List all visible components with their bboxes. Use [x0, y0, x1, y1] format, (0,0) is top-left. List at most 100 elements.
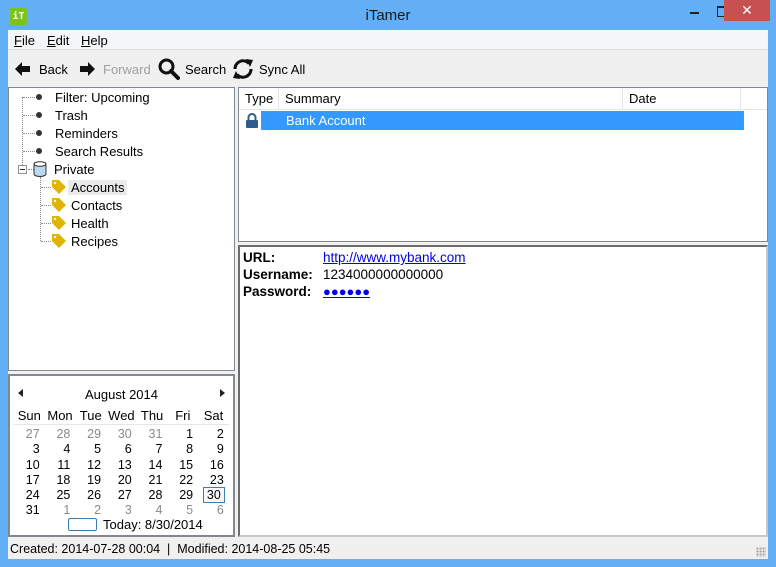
calendar-day-number: 9: [216, 442, 224, 457]
calendar-week-row: 3 4 5 6 7 8 9: [14, 442, 229, 457]
tree-item-reminders[interactable]: Reminders: [36, 124, 121, 142]
calendar-day-number: 28: [148, 488, 163, 503]
column-type[interactable]: Type: [239, 88, 279, 110]
tree-item-label: Reminders: [55, 125, 118, 141]
calendar-day-number: 15: [179, 457, 194, 472]
calendar-day-number: 27: [117, 488, 132, 503]
month-calendar[interactable]: August 2014 Sun Mon Tue Wed Thu Fri Sat 27 28 29 3…: [8, 374, 235, 537]
calendar-day-number: 19: [87, 472, 102, 487]
calendar-day[interactable]: 30: [106, 427, 137, 442]
close-icon: ✕: [741, 2, 753, 18]
calendar-day-number: 31: [25, 503, 40, 518]
tree-item-label: Recipes: [71, 233, 118, 249]
calendar-day[interactable]: 25: [45, 488, 76, 503]
calendar-today[interactable]: Today: 8/30/2014: [68, 516, 203, 532]
calendar-day[interactable]: 3: [14, 442, 45, 457]
tree-item-contacts[interactable]: Contacts: [51, 196, 125, 214]
calendar-day[interactable]: 31: [14, 503, 45, 518]
calendar-day[interactable]: 9: [198, 442, 229, 457]
calendar-day[interactable]: 12: [75, 458, 106, 473]
calendar-day[interactable]: 15: [167, 458, 198, 473]
tree-line: [41, 241, 51, 242]
folder-tree[interactable]: Filter: Upcoming Trash Reminders Search …: [8, 87, 235, 371]
tree-item-filter-upcoming[interactable]: Filter: Upcoming: [36, 88, 153, 106]
calendar-day-number: 17: [25, 472, 40, 487]
calendar-day[interactable]: 27: [14, 427, 45, 442]
calendar-day[interactable]: 1: [167, 427, 198, 442]
day-of-week-label: Tue: [79, 408, 102, 423]
tag-icon: [52, 180, 66, 194]
calendar-day[interactable]: 8: [167, 442, 198, 457]
minus-icon: [20, 169, 25, 170]
calendar-day[interactable]: 11: [45, 458, 76, 473]
next-month-icon[interactable]: [220, 389, 225, 397]
menu-file-mnemonic: F: [14, 33, 22, 48]
database-icon: [33, 161, 47, 177]
calendar-day[interactable]: 29: [75, 427, 106, 442]
calendar-day[interactable]: 21: [137, 473, 168, 488]
sync-all-button[interactable]: Sync All: [231, 56, 305, 82]
column-date[interactable]: Date: [623, 88, 741, 110]
calendar-day-number: 28: [56, 427, 71, 441]
calendar-day[interactable]: 20: [106, 473, 137, 488]
tree-item-accounts[interactable]: Accounts: [51, 178, 128, 196]
calendar-day[interactable]: 19: [75, 473, 106, 488]
close-button[interactable]: ✕: [724, 0, 770, 21]
calendar-day[interactable]: 31: [137, 427, 168, 442]
tree-item-search-results[interactable]: Search Results: [36, 142, 146, 160]
calendar-day-selected[interactable]: 30: [198, 487, 229, 504]
calendar-week-row: 27 28 29 30 31 1 2: [14, 427, 229, 442]
bullet-icon: [36, 148, 42, 154]
url-key: URL:: [243, 250, 276, 265]
calendar-day-number: 29: [179, 488, 194, 503]
minimize-button[interactable]: [680, 0, 710, 21]
password-key: Password:: [243, 284, 312, 299]
calendar-day[interactable]: 6: [106, 442, 137, 457]
calendar-day[interactable]: 24: [14, 488, 45, 503]
calendar-day[interactable]: 5: [75, 442, 106, 457]
entry-list[interactable]: Type Summary Date Bank Account: [238, 87, 768, 242]
day-of-week-label: Mon: [47, 408, 73, 423]
calendar-day-number: 8: [186, 442, 194, 457]
search-button[interactable]: Search: [157, 56, 226, 82]
tree-item-trash[interactable]: Trash: [36, 106, 91, 124]
calendar-day[interactable]: 7: [137, 442, 168, 457]
calendar-day[interactable]: 10: [14, 458, 45, 473]
bullet-icon: [36, 112, 42, 118]
tree-item-health[interactable]: Health: [51, 214, 112, 232]
calendar-day-number: 20: [117, 472, 132, 487]
back-button[interactable]: Back: [15, 56, 68, 82]
tag-icon: [52, 198, 66, 212]
calendar-day[interactable]: 29: [167, 488, 198, 503]
menu-file[interactable]: File: [14, 33, 35, 48]
calendar-month-title[interactable]: August 2014: [10, 387, 233, 402]
calendar-day[interactable]: 22: [167, 473, 198, 488]
calendar-day[interactable]: 28: [137, 488, 168, 503]
calendar-day[interactable]: 2: [198, 427, 229, 442]
forward-button[interactable]: Forward: [79, 56, 151, 82]
calendar-day[interactable]: 17: [14, 473, 45, 488]
table-row[interactable]: Bank Account: [239, 111, 744, 130]
calendar-day[interactable]: 23: [198, 473, 229, 488]
resize-grip-icon[interactable]: [756, 547, 766, 557]
calendar-day[interactable]: 27: [106, 488, 137, 503]
tree-item-recipes[interactable]: Recipes: [51, 232, 121, 250]
password-link[interactable]: ●●●●●●: [323, 284, 370, 301]
calendar-day-number: 5: [94, 442, 102, 457]
calendar-day[interactable]: 16: [198, 458, 229, 473]
column-summary[interactable]: Summary: [279, 88, 623, 110]
collapse-toggle[interactable]: [18, 165, 27, 174]
calendar-day[interactable]: 18: [45, 473, 76, 488]
calendar-day[interactable]: 26: [75, 488, 106, 503]
username-value: 1234000000000000: [323, 267, 444, 282]
menu-edit[interactable]: Edit: [47, 33, 69, 48]
calendar-day[interactable]: 14: [137, 458, 168, 473]
url-link[interactable]: http://www.mybank.com: [323, 250, 466, 265]
tree-item-private[interactable]: Private: [33, 160, 97, 178]
sync-label: Sync All: [259, 61, 306, 77]
calendar-day[interactable]: 4: [45, 442, 76, 457]
calendar-day[interactable]: 13: [106, 458, 137, 473]
tree-line: [41, 205, 51, 206]
menu-help[interactable]: Help: [81, 33, 108, 48]
calendar-day[interactable]: 28: [45, 427, 76, 442]
